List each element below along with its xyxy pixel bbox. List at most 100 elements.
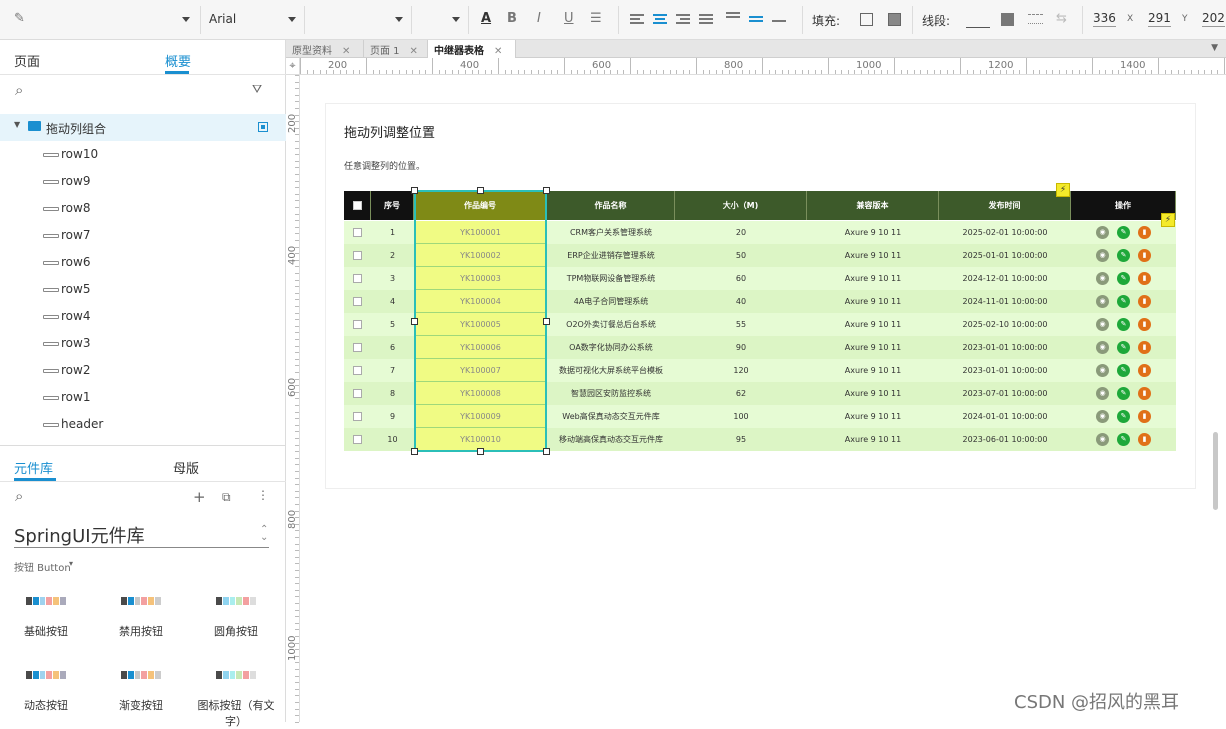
table-row[interactable]: 1 YK100001 CRM客户关系管理系统 20 Axure 9 10 11 2025-… (344, 221, 1176, 244)
select-all-checkbox[interactable] (353, 201, 362, 210)
row-checkbox[interactable] (353, 435, 362, 444)
font-size-arrow[interactable] (452, 17, 460, 22)
close-tab-icon[interactable]: ✕ (342, 46, 350, 57)
interaction-bolt-icon[interactable]: ⚡ (1056, 183, 1070, 197)
row-checkbox[interactable] (353, 343, 362, 352)
table-row[interactable]: 8 YK100008 智慧园区安防监控系统 62 Axure 9 10 11 2023-0… (344, 382, 1176, 405)
tree-group-row[interactable]: ▼ 拖动列组合 (0, 114, 286, 141)
component-item[interactable]: 圆角按钮 (196, 597, 276, 639)
more-icon[interactable]: ⋮ (257, 488, 269, 502)
vertical-scrollbar[interactable] (1213, 432, 1218, 510)
bold-icon[interactable]: B (507, 11, 517, 27)
header-cell[interactable]: 作品名称 (547, 191, 675, 220)
delete-icon[interactable]: ▮ (1138, 410, 1151, 423)
resize-handle[interactable] (411, 448, 418, 455)
header-cell[interactable]: 序号 (371, 191, 414, 220)
category-label[interactable]: 按钮 Button (14, 559, 71, 574)
table-row[interactable]: 5 YK100005 O2O外卖订餐总后台系统 55 Axure 9 10 11 2025… (344, 313, 1176, 336)
resize-handle[interactable] (543, 448, 550, 455)
resize-handle[interactable] (411, 187, 418, 194)
view-icon[interactable]: ◉ (1096, 433, 1109, 446)
view-icon[interactable]: ◉ (1096, 364, 1109, 377)
row-checkbox[interactable] (353, 366, 362, 375)
edit-icon[interactable]: ✎ (1117, 272, 1130, 285)
resize-handle[interactable] (543, 318, 550, 325)
stroke-color-swatch[interactable] (966, 27, 990, 28)
view-icon[interactable]: ◉ (1096, 226, 1109, 239)
row-checkbox[interactable] (353, 389, 362, 398)
edit-icon[interactable]: ✎ (1117, 249, 1130, 262)
row-checkbox[interactable] (353, 228, 362, 237)
row-checkbox[interactable] (353, 320, 362, 329)
font-weight-arrow[interactable] (395, 17, 403, 22)
table-row[interactable]: 10 YK100010 移动端高保真动态交互元件库 95 Axure 9 10 11 20… (344, 428, 1176, 451)
x-input[interactable]: 336 (1093, 11, 1116, 27)
view-icon[interactable]: ◉ (1096, 387, 1109, 400)
library-manage-icon[interactable]: ⧉ (222, 490, 231, 505)
tree-item-row10[interactable]: row10 (0, 141, 286, 168)
align-left-icon[interactable] (630, 14, 644, 26)
table-row[interactable]: 2 YK100002 ERP企业进销存管理系统 50 Axure 9 10 11 2025… (344, 244, 1176, 267)
select-all-checkbox-cell[interactable] (344, 191, 371, 220)
fill-shadow-swatch[interactable] (888, 13, 901, 26)
tree-item-row2[interactable]: row2 (0, 357, 286, 384)
view-icon[interactable]: ◉ (1096, 295, 1109, 308)
interaction-bolt-icon[interactable]: ⚡ (1161, 213, 1175, 227)
doc-tab[interactable]: 中继器表格 ✕ (428, 40, 516, 58)
row-checkbox[interactable] (353, 297, 362, 306)
header-cell[interactable]: 大小（M) (675, 191, 807, 220)
tree-item-row7[interactable]: row7 (0, 222, 286, 249)
tree-item-row1[interactable]: row1 (0, 384, 286, 411)
doc-tab[interactable]: 页面 1 ✕ (364, 40, 428, 58)
edit-icon[interactable]: ✎ (1117, 387, 1130, 400)
component-item[interactable]: 动态按钮 (6, 671, 86, 713)
tree-item-row6[interactable]: row6 (0, 249, 286, 276)
valign-middle-icon[interactable] (749, 16, 763, 28)
row-checkbox[interactable] (353, 251, 362, 260)
tab-master[interactable]: 母版 (173, 458, 199, 477)
font-family-select[interactable]: Arial (209, 12, 236, 26)
w-input[interactable]: 202 (1202, 11, 1225, 27)
resize-handle[interactable] (477, 187, 484, 194)
tree-item-header[interactable]: header (0, 411, 286, 438)
library-name-select[interactable]: SpringUI元件库 (14, 522, 145, 548)
edit-icon[interactable]: ✎ (1117, 341, 1130, 354)
view-icon[interactable]: ◉ (1096, 318, 1109, 331)
edit-icon[interactable]: ✎ (1117, 433, 1130, 446)
font-family-arrow[interactable] (288, 17, 296, 22)
style-dropdown-arrow[interactable] (182, 17, 190, 22)
filter-icon[interactable]: ⛛ (252, 82, 262, 97)
ruler-origin-icon[interactable]: ⌖ (286, 58, 300, 75)
stroke-fill-swatch[interactable] (1001, 13, 1014, 26)
fill-color-swatch[interactable] (860, 13, 873, 26)
header-cell[interactable]: 兼容版本 (807, 191, 939, 220)
delete-icon[interactable]: ▮ (1138, 341, 1151, 354)
component-item[interactable]: 基础按钮 (6, 597, 86, 639)
tree-item-row3[interactable]: row3 (0, 330, 286, 357)
style-icon[interactable]: ✎ (14, 11, 25, 27)
delete-icon[interactable]: ▮ (1138, 272, 1151, 285)
y-input[interactable]: 291 (1148, 11, 1171, 27)
resize-handle[interactable] (411, 318, 418, 325)
stroke-pattern-icon[interactable] (1028, 14, 1043, 24)
view-icon[interactable]: ◉ (1096, 272, 1109, 285)
italic-icon[interactable]: I (537, 11, 541, 27)
edit-icon[interactable]: ✎ (1117, 226, 1130, 239)
library-search-icon[interactable]: ⌕ (15, 487, 23, 505)
delete-icon[interactable]: ▮ (1138, 364, 1151, 377)
delete-icon[interactable]: ▮ (1138, 226, 1151, 239)
edit-icon[interactable]: ✎ (1117, 410, 1130, 423)
delete-icon[interactable]: ▮ (1138, 318, 1151, 331)
bullet-list-icon[interactable]: ☰ (590, 11, 602, 27)
close-tab-icon[interactable]: ✕ (410, 46, 418, 57)
valign-top-icon[interactable] (726, 12, 740, 24)
header-cell[interactable]: 作品编号 (414, 191, 547, 220)
visibility-toggle[interactable] (258, 122, 268, 132)
edit-icon[interactable]: ✎ (1117, 318, 1130, 331)
align-justify-icon[interactable] (699, 14, 713, 26)
row-checkbox[interactable] (353, 274, 362, 283)
view-icon[interactable]: ◉ (1096, 410, 1109, 423)
close-tab-icon[interactable]: ✕ (494, 46, 502, 57)
tab-library[interactable]: 元件库 (14, 458, 53, 477)
tab-outline[interactable]: 概要 (165, 51, 191, 70)
